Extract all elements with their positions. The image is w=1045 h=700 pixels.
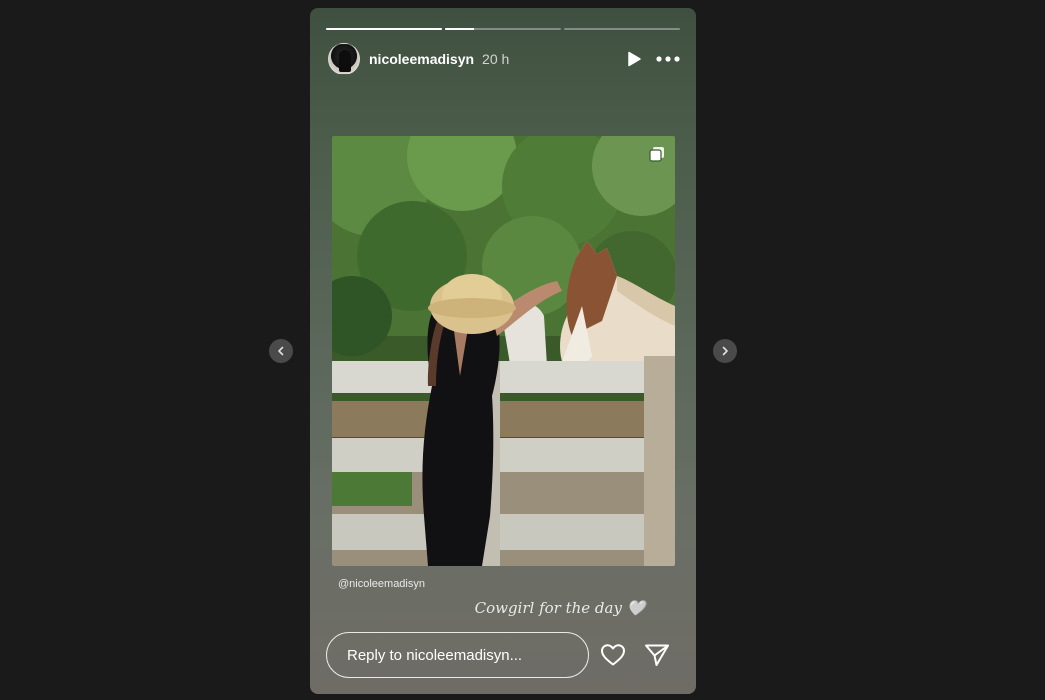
reply-bar: [326, 632, 680, 678]
next-story-button[interactable]: [713, 339, 737, 363]
progress-fill: [445, 28, 474, 30]
story-card: nicoleemadisyn 20 h @nicoleemadisyn Cowg…: [310, 8, 696, 694]
story-photo[interactable]: [332, 136, 675, 566]
like-button[interactable]: [600, 643, 626, 667]
reply-input[interactable]: [326, 632, 589, 678]
progress-segment: [326, 28, 442, 30]
mention-tag[interactable]: @nicoleemadisyn: [338, 578, 425, 590]
progress-segment: [445, 28, 561, 30]
progress-segment: [564, 28, 680, 30]
story-progress: [326, 28, 680, 30]
heart-icon: [601, 644, 625, 666]
send-icon: [645, 644, 669, 666]
photo-illustration: [332, 136, 675, 566]
chevron-right-icon: [722, 346, 728, 356]
story-caption: Cowgirl for the day 🤍: [474, 599, 646, 617]
chevron-left-icon: [278, 346, 284, 356]
play-button[interactable]: [626, 51, 642, 67]
story-header: nicoleemadisyn 20 h: [328, 43, 680, 75]
previous-story-button[interactable]: [269, 339, 293, 363]
username[interactable]: nicoleemadisyn: [369, 51, 474, 67]
progress-fill: [326, 28, 442, 30]
multiple-photos-indicator: [649, 146, 665, 162]
more-icon: [656, 56, 680, 62]
play-icon: [628, 51, 641, 67]
more-options-button[interactable]: [656, 55, 680, 63]
avatar[interactable]: [328, 43, 360, 75]
multiple-photos-icon: [649, 147, 664, 162]
timestamp: 20 h: [482, 51, 510, 67]
send-button[interactable]: [644, 643, 670, 667]
story-viewer: nicoleemadisyn 20 h @nicoleemadisyn Cowg…: [0, 0, 1045, 700]
